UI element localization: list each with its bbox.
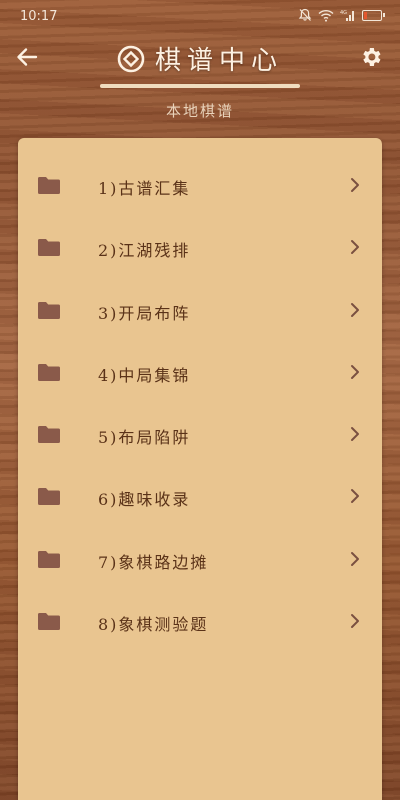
folder-label: 3)开局布阵 bbox=[98, 303, 191, 323]
folder-list-item-7[interactable]: 7)象棋路边摊 bbox=[18, 530, 382, 592]
status-icons: 4G bbox=[298, 8, 385, 22]
folder-icon bbox=[37, 363, 61, 382]
logo-icon bbox=[117, 45, 145, 73]
folder-list-item-3[interactable]: 3)开局布阵 bbox=[18, 281, 382, 343]
folder-icon bbox=[37, 425, 61, 444]
folder-label: 8)象棋测验题 bbox=[98, 615, 209, 635]
folder-icon bbox=[37, 550, 61, 569]
header: 棋谱中心 本地棋谱 bbox=[0, 34, 400, 128]
folder-label: 7)象棋路边摊 bbox=[98, 552, 209, 572]
folder-icon bbox=[37, 487, 61, 506]
folder-label: 4)中局集锦 bbox=[98, 365, 191, 385]
folder-list-item-2[interactable]: 2)江湖残排 bbox=[18, 218, 382, 280]
page-subtitle: 本地棋谱 bbox=[165, 102, 234, 120]
folder-list-panel: 1)古谱汇集 2)江湖残排 3)开局布阵 4)中局集锦 5)布局陷阱 6)趣味收… bbox=[18, 138, 382, 800]
chevron-right-icon bbox=[350, 551, 360, 567]
folder-list-item-8[interactable]: 8)象棋测验题 bbox=[18, 592, 382, 654]
folder-label: 2)江湖残排 bbox=[98, 241, 191, 261]
folder-icon bbox=[37, 176, 61, 195]
network-type-label: 4G bbox=[340, 10, 347, 16]
title-group: 棋谱中心 bbox=[0, 40, 400, 77]
folder-label: 5)布局陷阱 bbox=[98, 428, 191, 448]
settings-button[interactable] bbox=[356, 44, 386, 74]
folder-icon bbox=[37, 238, 61, 257]
folder-icon bbox=[37, 612, 61, 631]
status-bar: 10:17 4G bbox=[0, 0, 400, 34]
chevron-right-icon bbox=[350, 613, 360, 629]
chevron-right-icon bbox=[350, 302, 360, 318]
folder-list-item-4[interactable]: 4)中局集锦 bbox=[18, 343, 382, 405]
chevron-right-icon bbox=[350, 426, 360, 442]
folder-list-item-1[interactable]: 1)古谱汇集 bbox=[18, 156, 382, 218]
folder-label: 1)古谱汇集 bbox=[98, 179, 191, 198]
page-title: 棋谱中心 bbox=[154, 46, 283, 76]
chevron-right-icon bbox=[350, 177, 360, 193]
folder-list-item-5[interactable]: 5)布局陷阱 bbox=[18, 405, 382, 467]
chevron-right-icon bbox=[350, 488, 360, 504]
folder-icon bbox=[37, 301, 61, 320]
signal-icon: 4G bbox=[340, 9, 356, 22]
folder-list-item-6[interactable]: 6)趣味收录 bbox=[18, 467, 382, 529]
do-not-disturb-icon bbox=[298, 8, 312, 22]
settings-gear-icon bbox=[359, 45, 383, 73]
battery-icon bbox=[362, 9, 385, 21]
chevron-right-icon bbox=[350, 239, 360, 255]
status-time: 10:17 bbox=[20, 9, 58, 24]
title-underline bbox=[100, 84, 300, 88]
folder-list: 1)古谱汇集 2)江湖残排 3)开局布阵 4)中局集锦 5)布局陷阱 6)趣味收… bbox=[18, 156, 382, 654]
battery-level-fill bbox=[364, 11, 367, 19]
folder-label: 6)趣味收录 bbox=[98, 490, 191, 510]
wifi-icon bbox=[318, 9, 334, 22]
chevron-right-icon bbox=[350, 364, 360, 380]
